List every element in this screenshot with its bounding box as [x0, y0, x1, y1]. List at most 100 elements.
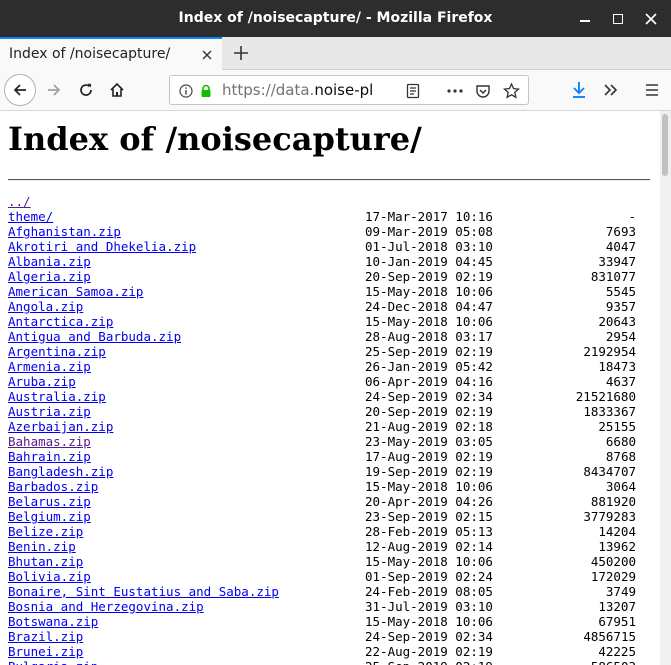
download-icon — [573, 82, 585, 98]
file-date: 15-May-2018 10:06 — [365, 314, 493, 329]
file-link[interactable]: Antarctica.zip — [8, 314, 113, 329]
listing-row: Bhutan.zip 15-May-2018 10:06 450200 — [8, 554, 636, 569]
file-size: 2954 — [605, 329, 636, 344]
file-link[interactable]: Bhutan.zip — [8, 554, 83, 569]
url-text[interactable]: https://data.noise-pla — [222, 76, 372, 104]
vertical-scrollbar[interactable] — [660, 111, 671, 665]
file-link[interactable]: Bahamas.zip — [8, 434, 91, 449]
file-link[interactable]: Botswana.zip — [8, 614, 98, 629]
maximize-button[interactable] — [603, 0, 633, 37]
pocket-button[interactable] — [472, 80, 494, 102]
file-link[interactable]: Armenia.zip — [8, 359, 91, 374]
listing-row: Antarctica.zip 15-May-2018 10:06 20643 — [8, 314, 636, 329]
new-tab-button[interactable] — [228, 40, 254, 66]
file-link[interactable]: Albania.zip — [8, 254, 91, 269]
file-link[interactable]: Bonaire, Sint Eustatius and Saba.zip — [8, 584, 279, 599]
file-date: 19-Sep-2019 02:19 — [365, 464, 493, 479]
forward-button[interactable] — [39, 75, 69, 105]
overflow-menu-button[interactable] — [596, 75, 626, 105]
file-link[interactable]: Belarus.zip — [8, 494, 91, 509]
reload-button[interactable] — [71, 75, 101, 105]
home-button[interactable] — [102, 75, 132, 105]
file-date: 23-May-2019 03:05 — [365, 434, 493, 449]
file-size: 33947 — [598, 254, 636, 269]
reader-view-button[interactable] — [402, 80, 424, 102]
lock-indicator[interactable] — [195, 80, 217, 102]
file-link[interactable]: Algeria.zip — [8, 269, 91, 284]
file-link[interactable]: Bulgaria.zip — [8, 659, 98, 665]
downloads-button[interactable] — [564, 75, 594, 105]
file-link[interactable]: Bahrain.zip — [8, 449, 91, 464]
file-date: 21-Aug-2019 02:18 — [365, 419, 493, 434]
bookmark-button[interactable] — [500, 80, 522, 102]
file-size: 67951 — [598, 614, 636, 629]
file-link[interactable]: Bosnia and Herzegovina.zip — [8, 599, 204, 614]
listing-row: American Samoa.zip 15-May-2018 10:06 5545 — [8, 284, 636, 299]
file-link[interactable]: Azerbaijan.zip — [8, 419, 113, 434]
lock-icon — [201, 84, 211, 97]
file-size: 25155 — [598, 419, 636, 434]
tab-title: Index of /noisecapture/ — [9, 46, 171, 62]
file-link[interactable]: Bangladesh.zip — [8, 464, 113, 479]
listing-row: Antigua and Barbuda.zip 28-Aug-2018 03:17… — [8, 329, 636, 344]
file-link[interactable]: Aruba.zip — [8, 374, 76, 389]
file-size: 4856715 — [583, 629, 636, 644]
file-date: 20-Sep-2019 02:19 — [365, 269, 493, 284]
file-date: 28-Feb-2019 05:13 — [365, 524, 493, 539]
back-button[interactable] — [4, 74, 36, 106]
file-link[interactable]: Bolivia.zip — [8, 569, 91, 584]
file-link[interactable]: Antigua and Barbuda.zip — [8, 329, 181, 344]
forward-arrow-icon — [48, 84, 61, 96]
listing-row: Belarus.zip 20-Apr-2019 04:26 881920 — [8, 494, 636, 509]
file-link[interactable]: Afghanistan.zip — [8, 224, 121, 239]
file-date: 01-Sep-2019 02:24 — [365, 569, 493, 584]
file-link[interactable]: Belgium.zip — [8, 509, 91, 524]
file-size: 3749 — [605, 584, 636, 599]
listing-row: Afghanistan.zip 09-Mar-2019 05:08 7693 — [8, 224, 636, 239]
file-link[interactable]: American Samoa.zip — [8, 284, 143, 299]
minimize-button[interactable] — [570, 0, 600, 37]
file-link[interactable]: Australia.zip — [8, 389, 106, 404]
new-tab-icon — [234, 46, 248, 60]
main-menu-button[interactable] — [637, 75, 667, 105]
page-content: Index of /noisecapture/ ../ theme/17-Mar… — [0, 111, 660, 665]
bookmark-star-icon — [502, 83, 520, 99]
file-date: 15-May-2018 10:06 — [365, 614, 493, 629]
navigation-toolbar: https://data.noise-pla — [0, 70, 671, 111]
file-link[interactable]: Brunei.zip — [8, 644, 83, 659]
listing-row: Bonaire, Sint Eustatius and Saba.zip 24-F… — [8, 584, 636, 599]
file-link[interactable]: theme/ — [8, 209, 53, 224]
file-date: 20-Apr-2019 04:26 — [365, 494, 493, 509]
file-date: 24-Dec-2018 04:47 — [365, 299, 493, 314]
file-size: 831077 — [590, 269, 636, 284]
listing-row: Belize.zip 28-Feb-2019 05:13 14204 — [8, 524, 636, 539]
file-date: 24-Feb-2019 08:05 — [365, 584, 493, 599]
file-size: 586503 — [591, 659, 636, 665]
site-info-button[interactable] — [175, 80, 197, 102]
file-size: 8768 — [605, 449, 636, 464]
file-link[interactable]: Belize.zip — [8, 524, 83, 539]
file-size: 8434707 — [583, 464, 636, 479]
close-window-button[interactable] — [636, 0, 666, 37]
file-link[interactable]: Brazil.zip — [8, 629, 83, 644]
listing-row: Benin.zip 12-Aug-2019 02:14 13962 — [8, 539, 636, 554]
hamburger-menu-icon — [646, 84, 658, 96]
file-link[interactable]: Benin.zip — [8, 539, 76, 554]
file-link[interactable]: Argentina.zip — [8, 344, 106, 359]
file-size: 3779283 — [583, 509, 636, 524]
scrollbar-thumb[interactable] — [662, 114, 668, 176]
file-link[interactable]: Akrotiri and Dhekelia.zip — [8, 239, 196, 254]
file-link[interactable]: Angola.zip — [8, 299, 83, 314]
tab-active[interactable]: Index of /noisecapture/ — [0, 37, 222, 70]
listing-row: Australia.zip 24-Sep-2019 02:34 21521680 — [8, 389, 636, 404]
file-date: 22-Aug-2019 02:19 — [365, 644, 493, 659]
listing-row: Angola.zip 24-Dec-2018 04:47 9357 — [8, 299, 636, 314]
parent-directory-link[interactable]: ../ — [8, 194, 31, 209]
file-date: 15-May-2018 10:06 — [365, 554, 493, 569]
file-link[interactable]: Barbados.zip — [8, 479, 98, 494]
file-link[interactable]: Austria.zip — [8, 404, 91, 419]
address-bar[interactable]: https://data.noise-pla — [169, 75, 529, 105]
tab-close-button[interactable] — [197, 45, 217, 65]
page-actions-button[interactable] — [444, 80, 466, 102]
file-date: 28-Aug-2018 03:17 — [365, 329, 493, 344]
